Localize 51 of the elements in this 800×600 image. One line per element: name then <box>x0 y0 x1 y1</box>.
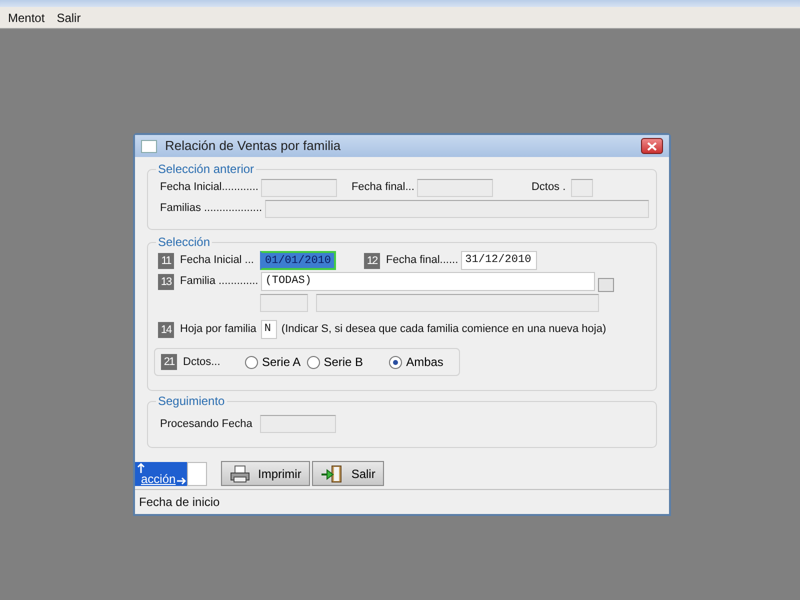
radio-label[interactable]: Serie B <box>324 353 364 371</box>
field-label: Fecha Inicial ... <box>180 253 255 268</box>
field-label: Procesando Fecha <box>160 416 254 432</box>
arrow-up-icon <box>137 462 145 472</box>
group-title: Selección anterior <box>157 163 256 175</box>
radio-button[interactable] <box>245 356 258 368</box>
input-field[interactable] <box>417 178 494 196</box>
radio-button[interactable] <box>306 356 320 368</box>
radio-label[interactable]: Ambas <box>406 353 444 371</box>
input-field[interactable] <box>260 294 308 312</box>
field-label: Familia ............. <box>180 274 260 290</box>
radio-label[interactable]: Serie A <box>262 353 301 371</box>
field-label: Dctos . <box>531 180 567 196</box>
menu-item[interactable]: Mentot <box>8 8 45 26</box>
input-field[interactable] <box>571 178 594 196</box>
field-number: 12 <box>364 252 380 268</box>
field-number: 11 <box>158 252 174 268</box>
field-label: Fecha Inicial............ <box>160 180 260 196</box>
group-title: Seguimiento <box>157 395 226 407</box>
door-exit-icon <box>321 464 344 482</box>
field-label: Fecha final... <box>351 180 416 196</box>
arrow-right-icon <box>176 476 186 484</box>
field-number: 13 <box>158 274 174 290</box>
input-field[interactable] <box>260 415 336 433</box>
input-field[interactable] <box>265 200 650 218</box>
window-icon <box>141 140 157 152</box>
field-label: (Indicar S, si desea que cada familia comience en una nueva hoja) <box>281 322 608 338</box>
input-field[interactable] <box>261 178 338 196</box>
input-field[interactable]: 31/12/2010 <box>461 251 538 270</box>
input-field[interactable] <box>187 462 207 486</box>
lookup-button[interactable] <box>598 278 614 292</box>
input-field[interactable]: (TODAS) <box>261 272 596 291</box>
action-button[interactable]: acción <box>135 462 187 486</box>
input-field[interactable]: N <box>261 320 278 339</box>
field-number: 21 <box>161 354 177 370</box>
field-label: Dctos... <box>183 354 222 370</box>
input-field[interactable]: 01/01/2010 <box>260 251 336 270</box>
group-title: Selección <box>157 236 212 248</box>
printer-icon <box>230 464 250 482</box>
field-number: 14 <box>158 322 174 338</box>
field-label: Hoja por familia <box>180 322 258 338</box>
radio-button[interactable] <box>389 356 402 368</box>
menu-item[interactable]: Salir <box>56 8 81 26</box>
field-label: Familias ................... <box>160 201 264 216</box>
close-icon <box>647 142 657 150</box>
close-button[interactable] <box>641 138 663 154</box>
input-field[interactable] <box>316 294 599 312</box>
field-label: Fecha final...... <box>386 253 460 268</box>
dialog-title: Relación de Ventas por familia <box>165 137 342 156</box>
exit-button[interactable]: Salir <box>312 461 384 486</box>
print-button[interactable]: Imprimir <box>221 461 310 486</box>
